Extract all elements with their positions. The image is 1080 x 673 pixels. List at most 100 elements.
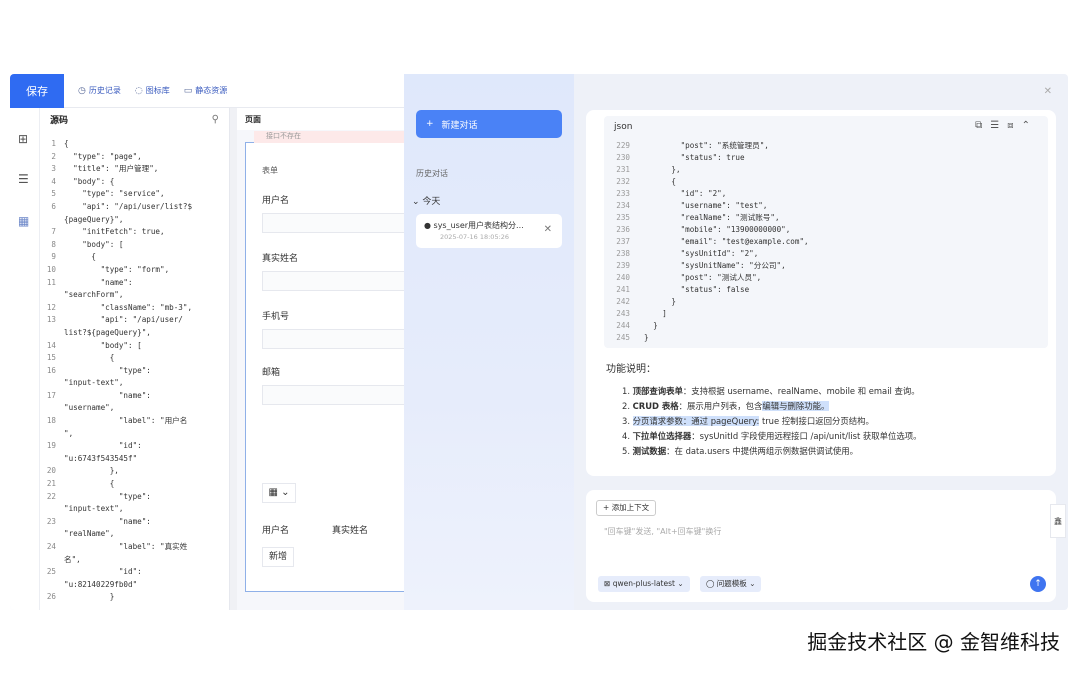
line-text: "realName", xyxy=(64,529,115,539)
mobile-input[interactable] xyxy=(262,329,422,349)
table-header: 真实姓名 xyxy=(332,526,369,536)
chevron-down-icon: ⌄ xyxy=(749,579,756,588)
folder-icon: ▭ xyxy=(183,85,193,96)
api-warning: 接口不存在 xyxy=(254,131,414,143)
line-number: 26 xyxy=(46,592,56,602)
line-text: { xyxy=(64,252,97,262)
model-selector[interactable]: ⊠ qwen-plus-latest ⌄ xyxy=(598,576,690,592)
line-number xyxy=(40,503,64,516)
icon-library-button[interactable]: ◌ 图标库 xyxy=(135,85,170,96)
line-number: 239 xyxy=(616,261,630,270)
line-text: ] xyxy=(644,309,667,318)
line-text: "type": xyxy=(64,365,151,375)
function-item: 4. 下拉单位选择器：sysUnitId 字段使用远程接口 /api/unit/… xyxy=(622,429,922,444)
line-number: 21 xyxy=(46,479,56,489)
conversation-item[interactable]: ● sys_user用户表结构分... 2025-07-16 18:05:26 … xyxy=(416,214,562,248)
source-title: 源码 xyxy=(50,115,69,126)
source-code-editor[interactable]: 1{2 "type": "page", 3 "title": "用户管理", 4 "… xyxy=(40,138,230,604)
line-number: 14 xyxy=(46,340,56,350)
line-text: "type": xyxy=(64,491,151,501)
line-number: 10 xyxy=(46,264,56,274)
close-icon[interactable]: ✕ xyxy=(544,224,552,235)
line-text: "className": "mb-3", xyxy=(64,302,193,312)
line-number: 6 xyxy=(51,201,56,211)
code-line: 13 "api": "/api/user/ xyxy=(40,314,230,327)
line-number xyxy=(40,214,64,227)
history-button[interactable]: ◷ 历史记录 xyxy=(78,85,121,96)
watermark: 掘金技术社区 @ 金智维科技 xyxy=(807,630,1060,654)
line-number: 3 xyxy=(51,164,56,174)
new-chat-button[interactable]: + 新建对话 xyxy=(416,110,562,138)
left-rail: ⊞ ☰ ▦ xyxy=(10,108,40,610)
panel-splitter[interactable] xyxy=(230,108,237,610)
line-text: "sysUnitName": "分公司", xyxy=(644,261,786,270)
clock-icon: ◷ xyxy=(78,85,86,96)
line-text: "api": "/api/user/ xyxy=(64,315,183,325)
line-text: "initFetch": true, xyxy=(64,227,165,237)
line-text: ", xyxy=(64,428,74,438)
json-line: 239 "sysUnitName": "分公司", xyxy=(604,260,809,272)
realname-input[interactable] xyxy=(262,271,422,291)
code-line: {pageQuery}", xyxy=(40,214,230,227)
username-input[interactable] xyxy=(262,213,422,233)
line-text: "label": "用户名 xyxy=(64,416,188,426)
json-line: 243 ] xyxy=(604,308,809,320)
close-icon[interactable]: ✕ xyxy=(1044,86,1052,97)
line-text: "u:82140229fb0d" xyxy=(64,579,138,589)
chat-input[interactable]: "回车键"发送, "Alt+回车键"换行 xyxy=(604,526,721,537)
code-line: 23 "name": xyxy=(40,516,230,529)
line-number: 238 xyxy=(616,249,630,258)
json-line: 233 "id": "2", xyxy=(604,188,809,200)
add-button[interactable]: 新增 xyxy=(262,547,294,567)
json-line: 237 "email": "test@example.com", xyxy=(604,236,808,248)
line-text: { xyxy=(64,139,69,148)
insert-icon[interactable]: ⧈ xyxy=(1007,120,1021,131)
send-button[interactable]: ↑ xyxy=(1030,576,1046,592)
wrap-icon[interactable]: ☰ xyxy=(990,120,1007,131)
save-button[interactable]: 保存 xyxy=(10,74,64,108)
line-text: "name": xyxy=(64,516,151,526)
copy-icon[interactable]: ⧉ xyxy=(975,120,990,131)
today-group[interactable]: ⌄ 今天 xyxy=(412,194,440,207)
field-label: 邮箱 xyxy=(262,368,281,378)
line-number xyxy=(40,289,64,302)
template-selector[interactable]: ◯ 问题模板 ⌄ xyxy=(700,576,762,592)
line-number: 19 xyxy=(46,441,56,451)
line-text: } xyxy=(644,333,649,342)
line-text: "title": "用户管理", xyxy=(64,164,159,174)
json-line: 236 "mobile": "13900000000", xyxy=(604,224,809,236)
static-resources-button[interactable]: ▭ 静态资源 xyxy=(184,85,228,96)
json-line: 244 } xyxy=(604,320,809,332)
assistant-message: json ⧉☰⧈⌃ 229 "post": "系统管理员", 230 "statu… xyxy=(586,110,1056,476)
columns-toggle-button[interactable]: ▦ ⌄ xyxy=(262,483,296,503)
line-number: 23 xyxy=(46,516,56,526)
pin-icon[interactable]: ⚲ xyxy=(212,114,219,125)
side-tab[interactable]: 鑫 xyxy=(1050,504,1066,538)
line-text: "name": xyxy=(64,390,151,400)
outline-icon[interactable]: ☰ xyxy=(18,172,29,186)
code-icon[interactable]: ▦ xyxy=(18,214,29,228)
field-label: 用户名 xyxy=(262,196,290,206)
code-line: 8 "body": [ xyxy=(40,239,230,252)
code-line: 26 } xyxy=(40,591,230,604)
line-number xyxy=(40,327,64,340)
code-line: 16 "type": xyxy=(40,365,230,378)
json-line: 240 "post": "测试人员", xyxy=(604,272,809,284)
email-input[interactable] xyxy=(262,385,422,405)
function-item-num: 4. xyxy=(622,431,633,441)
chevron-up-icon[interactable]: ⌃ xyxy=(1022,120,1038,131)
json-line: 242 } xyxy=(604,296,809,308)
line-number: 243 xyxy=(616,309,630,318)
line-text: "type": "page", xyxy=(64,151,142,161)
grid-icon[interactable]: ⊞ xyxy=(18,132,28,146)
code-line: ", xyxy=(40,428,230,441)
line-number: 241 xyxy=(616,285,630,294)
function-item-pre: ：支持根据 username、realName、mobile 和 email 查… xyxy=(682,386,920,396)
code-language: json xyxy=(614,122,633,132)
add-context-button[interactable]: + 添加上下文 xyxy=(596,500,657,516)
line-number: 16 xyxy=(46,365,56,375)
line-number: 242 xyxy=(616,297,630,306)
code-line: 21 { xyxy=(40,478,230,491)
code-line: "u:6743f543545f" xyxy=(40,453,230,466)
line-number: 234 xyxy=(616,201,630,210)
